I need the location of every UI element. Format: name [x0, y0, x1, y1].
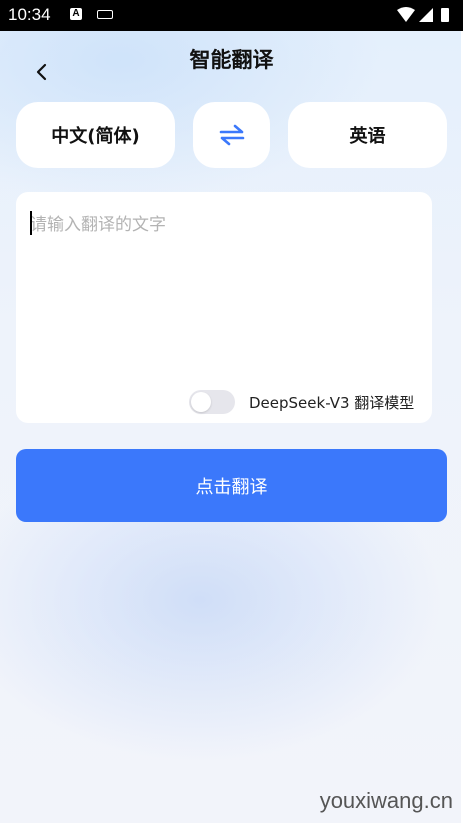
keyboard-icon — [97, 10, 113, 19]
translate-button-label: 点击翻译 — [195, 476, 268, 498]
swap-arrows-icon — [219, 124, 244, 146]
wifi-icon — [397, 7, 415, 22]
input-card: DeepSeek-V3 翻译模型 — [16, 192, 432, 423]
target-language-button[interactable]: 英语 — [288, 102, 447, 168]
watermark: youxiwang.cn — [319, 788, 453, 813]
target-language-label: 英语 — [349, 126, 386, 147]
battery-icon — [441, 8, 449, 22]
notification-letter: A — [72, 8, 80, 19]
swap-languages-button[interactable] — [193, 102, 270, 168]
notification-a-icon: A — [70, 8, 82, 20]
status-icons — [397, 7, 449, 22]
translate-button[interactable]: 点击翻译 — [16, 449, 447, 522]
text-caret — [30, 211, 32, 235]
translate-text-input[interactable] — [30, 210, 410, 360]
toggle-knob — [191, 392, 211, 412]
status-bar: 10:34 A — [0, 0, 463, 31]
status-time: 10:34 — [8, 5, 51, 24]
page-title: 智能翻译 — [189, 48, 274, 72]
source-language-label: 中文(简体) — [51, 126, 140, 147]
model-toggle-switch[interactable] — [189, 390, 235, 414]
model-toggle-label: DeepSeek-V3 翻译模型 — [249, 394, 415, 412]
signal-icon — [419, 8, 433, 22]
source-language-button[interactable]: 中文(简体) — [16, 102, 175, 168]
